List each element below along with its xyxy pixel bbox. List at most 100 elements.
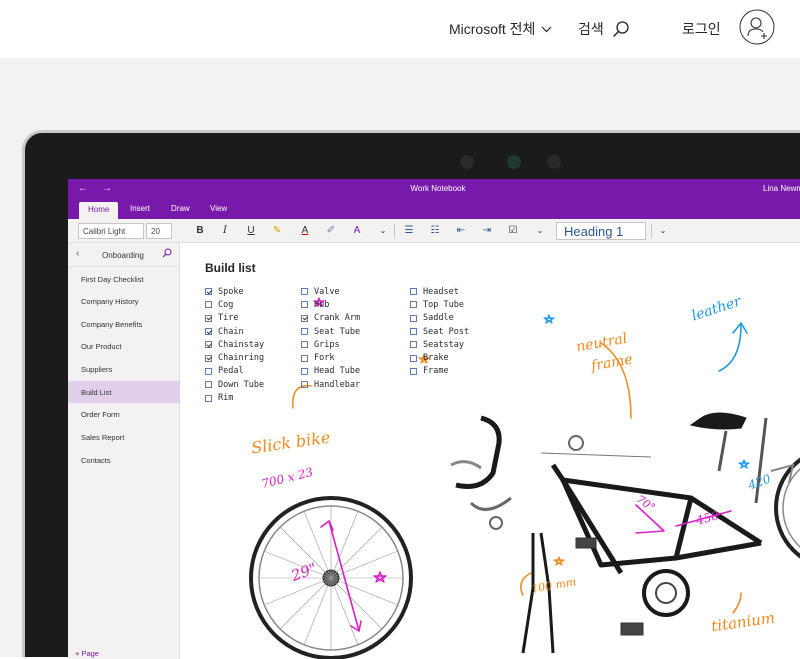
todo-item[interactable]: Chainring (205, 351, 264, 364)
checklist-column-1: Spoke Cog Tire Chain Chainstay Chainring… (205, 285, 264, 405)
todo-item[interactable]: Pedal (205, 365, 264, 378)
text-effects-icon[interactable]: A (350, 223, 364, 239)
checkbox[interactable] (301, 314, 308, 322)
todo-item[interactable]: Spoke (205, 285, 264, 298)
todo-item[interactable]: Seatstay (410, 338, 469, 351)
highlight-icon[interactable]: ✎ (270, 223, 284, 239)
page-item-company-history[interactable]: Company History (68, 290, 180, 312)
underline-button[interactable]: U (244, 223, 258, 239)
style-chevron-icon[interactable]: ⌄ (656, 223, 670, 239)
user-avatar-icon[interactable] (739, 9, 775, 45)
todo-item[interactable]: Chainstay (205, 338, 264, 351)
page-item-first-day-checklist[interactable]: First Day Checklist (68, 268, 180, 290)
style-dropdown[interactable]: Heading 1 (556, 222, 646, 240)
ribbon-divider (394, 224, 395, 238)
checkbox[interactable] (301, 328, 308, 336)
page-item-company-benefits[interactable]: Company Benefits (68, 313, 180, 335)
todo-item[interactable]: Brake (410, 351, 469, 364)
more-chevron-icon[interactable]: ⌄ (533, 223, 547, 239)
search-icon[interactable] (162, 248, 172, 258)
note-title[interactable]: Build list (205, 261, 256, 275)
tab-home[interactable]: Home (79, 202, 119, 220)
todo-item[interactable]: Seat Post (410, 325, 469, 338)
todo-item[interactable]: Grips (301, 338, 360, 351)
checkbox[interactable] (410, 354, 417, 362)
numbering-icon[interactable]: ☷ (428, 223, 442, 239)
todo-item[interactable]: Frame (410, 365, 469, 378)
todo-item[interactable]: Crank Arm (301, 312, 360, 325)
section-header: ‹ Onboarding (68, 243, 180, 267)
tab-insert[interactable]: Insert (130, 204, 150, 213)
checkbox[interactable] (301, 354, 308, 362)
page-item-order-form[interactable]: Order Form (68, 403, 180, 425)
checkbox[interactable] (410, 367, 417, 375)
todo-item[interactable]: Down Tube (205, 378, 264, 391)
todo-item[interactable]: Handlebar (301, 378, 360, 391)
bullets-icon[interactable]: ☰ (402, 223, 416, 239)
font-size-box[interactable]: 20 (146, 223, 172, 239)
todo-item[interactable]: Rim (205, 391, 264, 404)
todo-item[interactable]: Valve (301, 285, 360, 298)
todo-item[interactable]: Head Tube (301, 365, 360, 378)
outdent-icon[interactable]: ⇤ (454, 223, 468, 239)
bold-button[interactable]: B (193, 223, 207, 239)
sensor-dot (460, 155, 474, 169)
page-item-our-product[interactable]: Our Product (68, 335, 180, 357)
checkbox[interactable] (205, 328, 212, 336)
indent-icon[interactable]: ⇥ (480, 223, 494, 239)
page-list-pane: ‹ Onboarding First Day Checklist Company… (68, 243, 180, 659)
checkbox[interactable] (205, 314, 212, 322)
checkbox[interactable] (410, 314, 417, 322)
todo-item[interactable]: Seat Tube (301, 325, 360, 338)
page-item-contacts[interactable]: Contacts (68, 449, 180, 471)
checkbox[interactable] (301, 381, 308, 389)
more-chevron-icon[interactable]: ⌄ (376, 223, 390, 239)
checkbox[interactable] (205, 341, 212, 349)
back-chevron-icon[interactable]: ‹ (76, 248, 79, 259)
checkbox[interactable] (410, 301, 417, 309)
checkbox[interactable] (301, 288, 308, 296)
ribbon-divider (651, 224, 652, 238)
search-button[interactable]: 검색 (578, 19, 630, 39)
checkbox[interactable] (410, 341, 417, 349)
todo-item[interactable]: Headset (410, 285, 469, 298)
sign-in-link[interactable]: 로그인 (682, 19, 721, 39)
todo-item[interactable]: Tire (205, 312, 264, 325)
note-canvas[interactable]: Build list Spoke Cog Tire Chain Chainsta… (181, 243, 800, 659)
checkbox[interactable] (205, 367, 212, 375)
checkbox[interactable] (205, 394, 212, 402)
tab-draw[interactable]: Draw (171, 204, 190, 213)
checkbox[interactable] (205, 381, 212, 389)
checkbox[interactable] (410, 328, 417, 336)
todo-item[interactable]: Cog (205, 298, 264, 311)
checkbox[interactable] (301, 367, 308, 375)
checkbox[interactable] (301, 301, 308, 309)
todo-item[interactable]: Top Tube (410, 298, 469, 311)
font-name-box[interactable]: Calibri Light (78, 223, 144, 239)
home-ribbon: Calibri Light 20 B I U ✎ A ✐ A ⌄ ☰ ☷ ⇤ ⇥… (68, 219, 800, 243)
checkbox[interactable] (301, 341, 308, 349)
camera-lens (507, 155, 521, 169)
sensor-dot (547, 155, 561, 169)
todo-item[interactable]: Fork (301, 351, 360, 364)
onenote-app-screen: ←→ Work Notebook Lina Newm Home Insert D… (68, 179, 800, 659)
todo-item[interactable]: Chain (205, 325, 264, 338)
italic-button[interactable]: I (218, 223, 232, 239)
page-item-sales-report[interactable]: Sales Report (68, 426, 180, 448)
checkbox[interactable] (205, 301, 212, 309)
checkbox[interactable] (205, 354, 212, 362)
search-icon (612, 21, 629, 37)
microsoft-all-label: Microsoft 전체 (449, 21, 536, 37)
todo-item[interactable]: Saddle (410, 312, 469, 325)
page-item-suppliers[interactable]: Suppliers (68, 358, 180, 380)
todo-item[interactable]: Hub (301, 298, 360, 311)
user-name[interactable]: Lina Newm (763, 184, 800, 193)
checkbox[interactable] (205, 288, 212, 296)
checkbox[interactable] (410, 288, 417, 296)
clear-format-icon[interactable]: ✐ (324, 223, 338, 239)
font-color-icon[interactable]: A (298, 223, 312, 239)
microsoft-all-menu[interactable]: Microsoft 전체 (449, 19, 552, 39)
todo-tag-icon[interactable]: ☑ (506, 223, 520, 239)
tab-view[interactable]: View (210, 204, 227, 213)
page-item-build-list[interactable]: Build List (68, 381, 180, 403)
